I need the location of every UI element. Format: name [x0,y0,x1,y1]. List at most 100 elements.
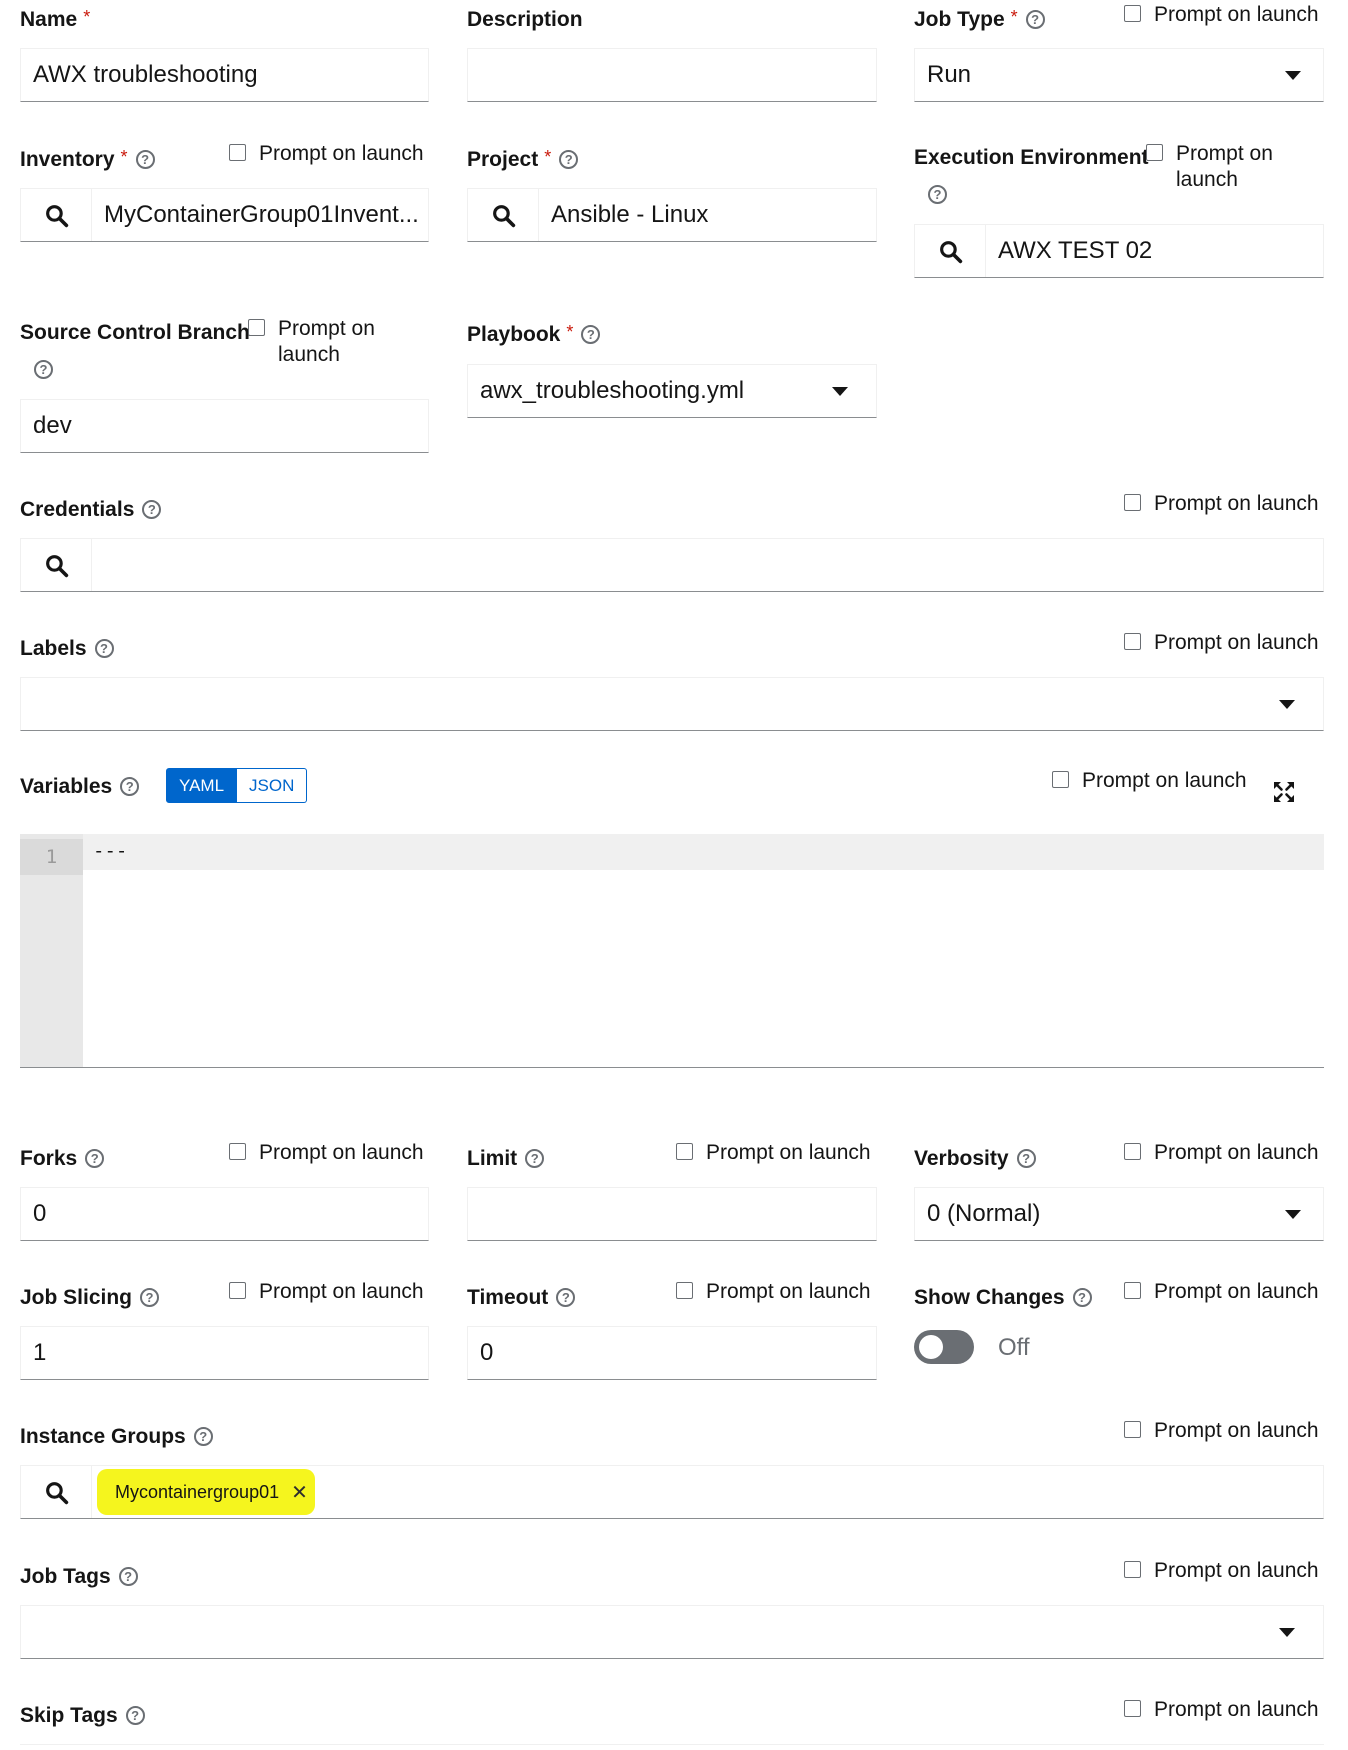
limit-prompt-on-launch[interactable]: Prompt on launch [676,1140,871,1166]
checkbox[interactable] [1124,1421,1141,1438]
checkbox[interactable] [1124,494,1141,511]
required-asterisk: * [83,7,91,27]
limit-label: Limit? [467,1147,545,1171]
inventory-label: Inventory *? [20,147,155,172]
help-icon[interactable]: ? [193,1427,213,1446]
required-asterisk: * [566,322,574,342]
job-type-select[interactable]: Run [914,48,1324,102]
show-changes-prompt-on-launch[interactable]: Prompt on launch [1124,1279,1319,1305]
job-slicing-input[interactable]: 1 [20,1326,429,1380]
caret-down-icon [832,387,848,396]
source-control-branch-prompt-on-launch[interactable]: Prompt on launch [248,316,375,368]
checkbox[interactable] [248,319,265,336]
line-number: 1 [20,839,83,875]
checkbox[interactable] [676,1282,693,1299]
caret-down-icon [1279,1628,1295,1637]
caret-down-icon [1285,71,1301,80]
verbosity-label: Verbosity? [914,1147,1036,1171]
show-changes-switch[interactable] [914,1330,974,1364]
skip-tags-label: Skip Tags? [20,1704,145,1728]
checkbox[interactable] [1146,144,1163,161]
instance-groups-prompt-on-launch[interactable]: Prompt on launch [1124,1418,1319,1444]
inventory-prompt-on-launch[interactable]: Prompt on launch [229,141,424,167]
job-tags-select[interactable] [20,1605,1324,1659]
skip-tags-field-edge [20,1744,1324,1750]
playbook-select[interactable]: awx_troubleshooting.yml [467,364,877,418]
forks-prompt-on-launch[interactable]: Prompt on launch [229,1140,424,1166]
help-icon[interactable]: ? [1016,1149,1036,1168]
help-icon[interactable]: ? [34,360,53,379]
search-icon[interactable] [21,539,92,591]
yaml-toggle-button[interactable]: YAML [166,768,238,803]
project-lookup[interactable]: Ansible - Linux [467,188,877,242]
chip-remove-icon[interactable]: ✕ [291,1480,308,1505]
search-icon[interactable] [21,1466,92,1518]
source-control-branch-input[interactable]: dev [20,399,429,453]
labels-select[interactable] [20,677,1324,731]
job-type-label: Job Type *? [914,7,1045,32]
help-icon[interactable]: ? [140,1288,160,1307]
help-icon[interactable]: ? [142,500,162,519]
checkbox[interactable] [229,1143,246,1160]
checkbox[interactable] [1124,1561,1141,1578]
variables-format-toggle: YAML JSON [166,768,308,803]
checkbox[interactable] [1124,1700,1141,1717]
verbosity-select[interactable]: 0 (Normal) [914,1187,1324,1241]
execution-environment-label: Execution Environment [914,146,1149,169]
caret-down-icon [1285,1210,1301,1219]
help-icon[interactable]: ? [85,1149,105,1168]
job-type-prompt-on-launch[interactable]: Prompt on launch [1124,2,1319,28]
checkbox[interactable] [1124,5,1141,22]
execution-environment-prompt-on-launch[interactable]: Prompt on launch [1146,141,1273,193]
help-icon[interactable]: ? [118,1567,138,1586]
credentials-prompt-on-launch[interactable]: Prompt on launch [1124,491,1319,517]
variables-code-editor[interactable]: 1 --- [20,834,1324,1068]
inventory-lookup[interactable]: MyContainerGroup01Invent... [20,188,429,242]
help-icon[interactable]: ? [94,639,114,658]
help-icon[interactable]: ? [1025,10,1045,29]
variables-prompt-on-launch[interactable]: Prompt on launch [1052,768,1247,794]
help-icon[interactable]: ? [559,150,579,169]
checkbox[interactable] [676,1143,693,1160]
checkbox[interactable] [1124,1143,1141,1160]
code-line: --- [93,840,128,862]
help-icon[interactable]: ? [1072,1288,1092,1307]
verbosity-prompt-on-launch[interactable]: Prompt on launch [1124,1140,1319,1166]
help-icon[interactable]: ? [525,1149,545,1168]
help-icon[interactable]: ? [135,150,155,169]
job-slicing-prompt-on-launch[interactable]: Prompt on launch [229,1279,424,1305]
name-label: Name * [20,7,91,31]
execution-environment-lookup[interactable]: AWX TEST 02 [914,224,1324,278]
description-input[interactable] [467,48,877,102]
source-control-branch-label: Source Control Branch [20,321,250,344]
skip-tags-prompt-on-launch[interactable]: Prompt on launch [1124,1697,1319,1723]
limit-input[interactable] [467,1187,877,1241]
playbook-label: Playbook *? [467,322,601,347]
name-input[interactable]: AWX troubleshooting [20,48,429,102]
instance-group-chip: Mycontainergroup01 ✕ [97,1469,315,1515]
help-icon[interactable]: ? [120,777,140,796]
timeout-input[interactable]: 0 [467,1326,877,1380]
search-icon[interactable] [915,225,986,277]
checkbox[interactable] [1052,771,1069,788]
search-icon[interactable] [468,189,539,241]
checkbox[interactable] [1124,633,1141,650]
checkbox[interactable] [229,1282,246,1299]
timeout-prompt-on-launch[interactable]: Prompt on launch [676,1279,871,1305]
labels-prompt-on-launch[interactable]: Prompt on launch [1124,630,1319,656]
credentials-lookup[interactable] [20,538,1324,592]
checkbox[interactable] [1124,1282,1141,1299]
help-icon[interactable]: ? [581,325,601,344]
forks-input[interactable]: 0 [20,1187,429,1241]
search-icon[interactable] [21,189,92,241]
job-tags-prompt-on-launch[interactable]: Prompt on launch [1124,1558,1319,1584]
help-icon[interactable]: ? [125,1706,145,1725]
job-slicing-label: Job Slicing? [20,1286,160,1310]
expand-icon[interactable] [1273,781,1295,803]
show-changes-state: Off [998,1334,1030,1361]
json-toggle-button[interactable]: JSON [237,768,308,803]
project-label: Project *? [467,147,579,172]
help-icon[interactable]: ? [556,1288,576,1307]
checkbox[interactable] [229,144,246,161]
help-icon[interactable]: ? [928,185,947,204]
